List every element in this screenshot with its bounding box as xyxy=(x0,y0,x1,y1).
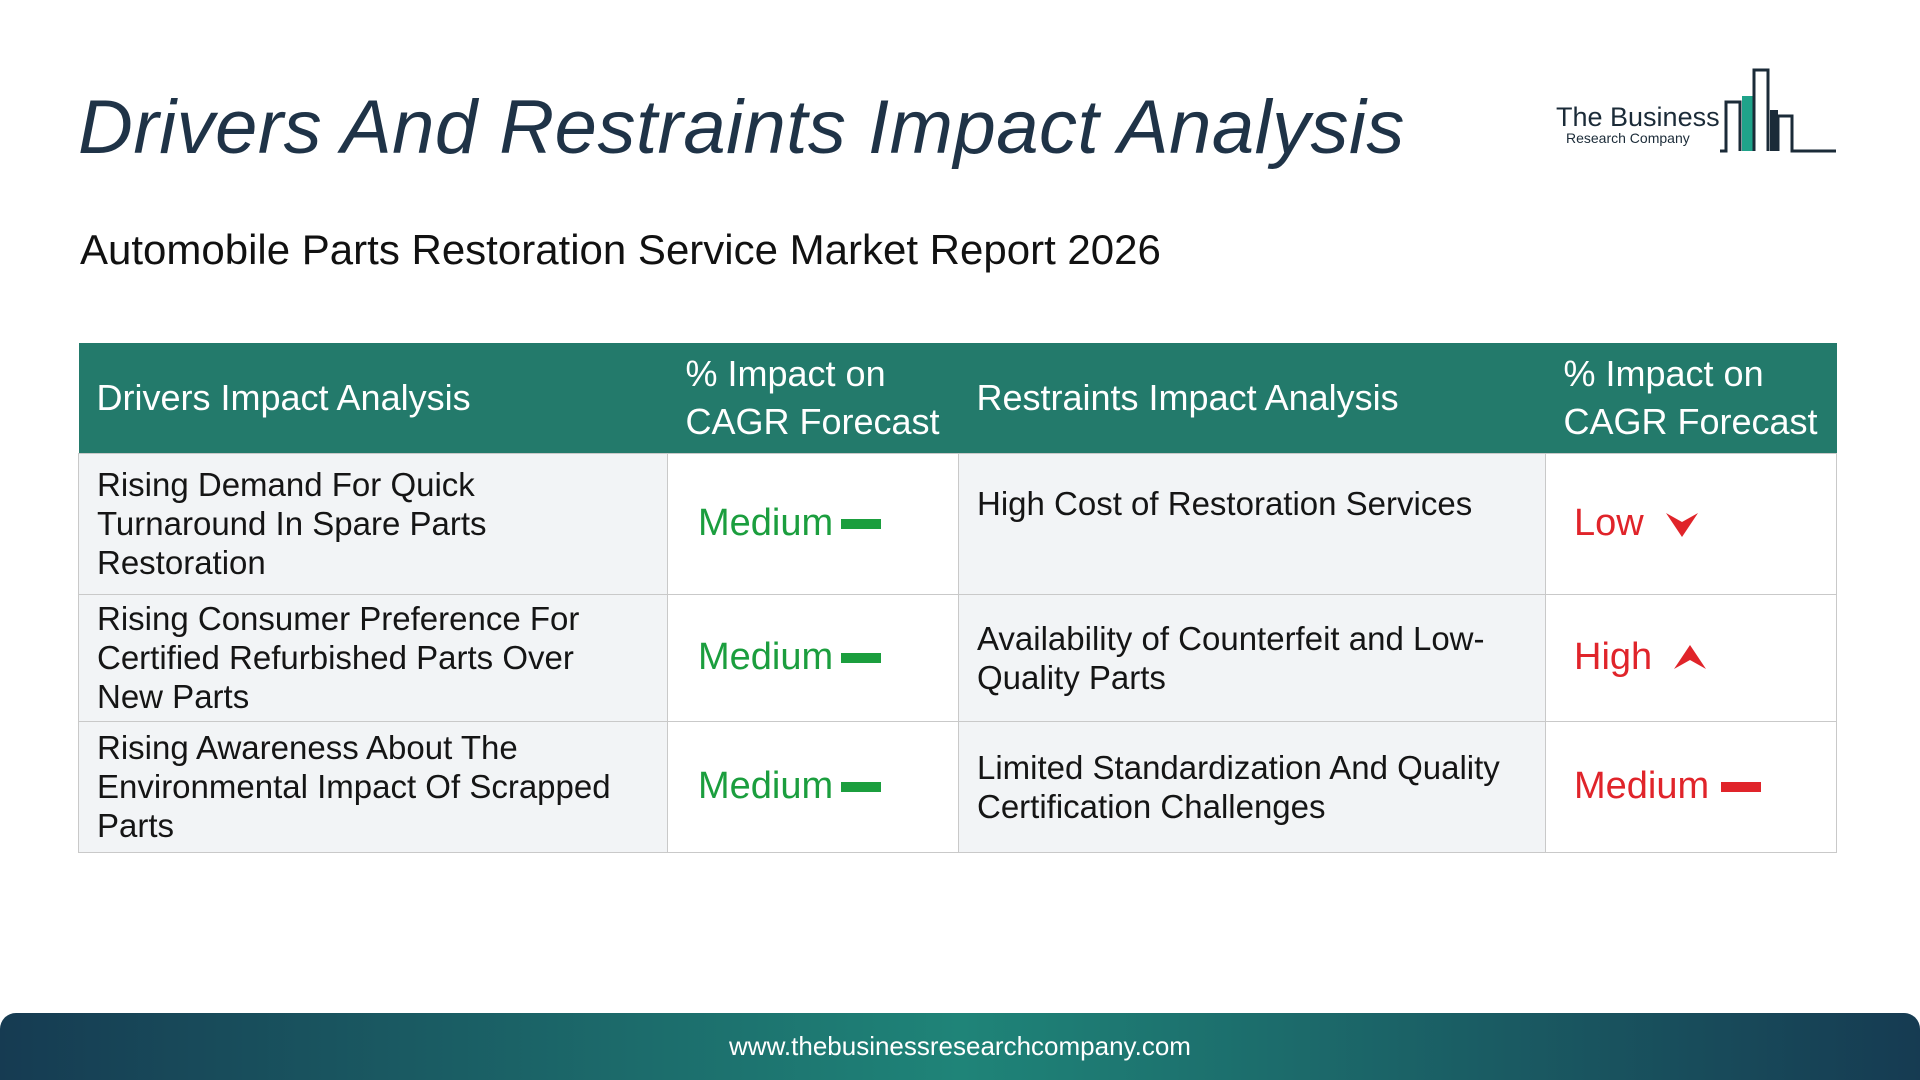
website-link[interactable]: www.thebusinessresearchcompany.com xyxy=(0,1031,1920,1062)
driver-cell: Rising Awareness About The Environmental… xyxy=(78,720,668,853)
impact-label: Low xyxy=(1574,502,1644,544)
restraint-cell: Availability of Counterfeit and Low-Qual… xyxy=(958,593,1546,722)
neutral-dash-icon xyxy=(841,518,882,529)
chevron-up-icon xyxy=(1674,644,1707,669)
table-row: Rising Demand For Quick Turnaround In Sp… xyxy=(78,452,1837,595)
neutral-dash-icon xyxy=(841,652,882,663)
impact-level: Medium xyxy=(686,765,882,807)
impact-level: Medium xyxy=(686,636,882,678)
chevron-down-icon xyxy=(1665,512,1698,537)
table-header-row: Drivers Impact Analysis % Impact on CAGR… xyxy=(78,343,1837,453)
logo-name: The Business xyxy=(1556,102,1720,132)
impact-table: Drivers Impact Analysis % Impact on CAGR… xyxy=(78,343,1837,853)
neutral-dash-icon xyxy=(1721,781,1762,792)
restraint-impact-cell: Medium xyxy=(1545,720,1837,853)
header-restraints-impact: % Impact on CAGR Forecast xyxy=(1545,343,1837,453)
impact-label: Medium xyxy=(1574,765,1710,807)
restraint-cell: Limited Standardization And Quality Cert… xyxy=(958,720,1546,853)
impact-label: High xyxy=(1574,636,1653,678)
header-drivers: Drivers Impact Analysis xyxy=(78,343,668,453)
driver-impact-cell: Medium xyxy=(667,452,959,595)
impact-level: Low xyxy=(1564,504,1700,543)
company-logo: The Business Research Company xyxy=(1552,66,1836,156)
impact-level: Medium xyxy=(686,502,882,544)
building-bars-icon xyxy=(1720,68,1836,153)
restraint-impact-cell: High xyxy=(1545,593,1837,722)
driver-cell: Rising Demand For Quick Turnaround In Sp… xyxy=(78,452,668,595)
table-row: Rising Awareness About The Environmental… xyxy=(78,720,1837,853)
restraint-impact-cell: Low xyxy=(1545,452,1837,595)
impact-level: High xyxy=(1564,638,1708,677)
header-restraints: Restraints Impact Analysis xyxy=(958,343,1546,453)
table-row: Rising Consumer Preference For Certified… xyxy=(78,593,1837,722)
header-drivers-impact: % Impact on CAGR Forecast xyxy=(667,343,959,453)
impact-label: Medium xyxy=(698,636,834,678)
impact-level: Medium xyxy=(1564,765,1762,807)
impact-label: Medium xyxy=(698,502,834,544)
driver-impact-cell: Medium xyxy=(667,593,959,722)
logo-tagline: Research Company xyxy=(1566,130,1690,146)
page-title: Drivers And Restraints Impact Analysis xyxy=(78,85,1405,170)
driver-impact-cell: Medium xyxy=(667,720,959,853)
impact-label: Medium xyxy=(698,765,834,807)
neutral-dash-icon xyxy=(841,781,882,792)
restraint-cell: High Cost of Restoration Services xyxy=(958,452,1546,595)
footer-bar: www.thebusinessresearchcompany.com xyxy=(0,1013,1920,1080)
driver-cell: Rising Consumer Preference For Certified… xyxy=(78,593,668,722)
report-subtitle: Automobile Parts Restoration Service Mar… xyxy=(80,226,1161,273)
